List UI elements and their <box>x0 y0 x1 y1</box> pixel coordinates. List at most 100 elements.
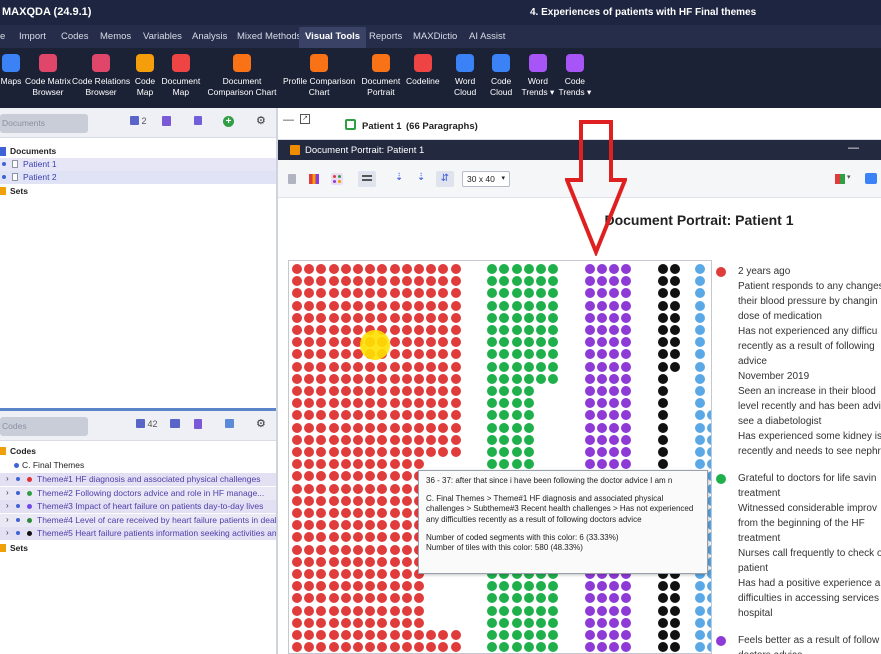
portrait-tile[interactable] <box>340 410 351 421</box>
portrait-tile[interactable] <box>609 325 620 335</box>
portrait-tile[interactable] <box>499 312 510 323</box>
portrait-tile[interactable] <box>438 398 449 409</box>
portrait-tile[interactable] <box>609 447 620 457</box>
portrait-tile[interactable] <box>353 410 363 421</box>
portrait-tile[interactable] <box>316 373 327 384</box>
portrait-tile[interactable] <box>609 373 620 384</box>
portrait-tile[interactable] <box>584 386 595 396</box>
portrait-tile[interactable] <box>389 581 400 592</box>
portrait-tile[interactable] <box>523 337 534 348</box>
portrait-tile[interactable] <box>292 288 302 299</box>
portrait-tile[interactable] <box>353 630 363 640</box>
portrait-tile[interactable] <box>389 630 400 640</box>
portrait-tile[interactable] <box>584 337 595 348</box>
portrait-tile[interactable] <box>438 630 449 640</box>
portrait-tile[interactable] <box>511 337 522 348</box>
codeline-button[interactable]: Codeline <box>406 52 440 87</box>
portrait-tile[interactable] <box>609 288 620 299</box>
portrait-tile[interactable] <box>414 361 424 372</box>
portrait-tile[interactable] <box>401 349 412 360</box>
portrait-tile[interactable] <box>548 325 559 335</box>
code-relations-browser-button[interactable]: Code Relations Browser <box>72 52 130 98</box>
portrait-tile[interactable] <box>670 288 681 299</box>
portrait-tile[interactable] <box>658 349 668 360</box>
portrait-tile[interactable] <box>670 361 681 372</box>
portrait-tile[interactable] <box>365 312 376 323</box>
portrait-tile[interactable] <box>365 508 376 518</box>
portrait-tile[interactable] <box>584 288 595 299</box>
portrait-tile[interactable] <box>706 434 711 445</box>
portrait-tile[interactable] <box>365 556 376 567</box>
portrait-tile[interactable] <box>621 630 632 640</box>
portrait-tile[interactable] <box>621 325 632 335</box>
portrait-tile[interactable] <box>304 422 315 433</box>
portrait-tile[interactable] <box>597 447 607 457</box>
portrait-tile[interactable] <box>536 605 546 616</box>
portrait-tile[interactable] <box>584 264 595 274</box>
portrait-tile[interactable] <box>548 361 559 372</box>
portrait-tile[interactable] <box>584 300 595 311</box>
camera-icon[interactable] <box>865 173 877 184</box>
settings-gear-icon[interactable]: ⚙ <box>256 114 266 127</box>
portrait-tile[interactable] <box>511 593 522 604</box>
portrait-tile[interactable] <box>377 471 388 482</box>
portrait-tile[interactable] <box>304 581 315 592</box>
portrait-tile[interactable] <box>365 630 376 640</box>
portrait-tile[interactable] <box>438 300 449 311</box>
portrait-tile[interactable] <box>499 642 510 653</box>
portrait-tile[interactable] <box>328 630 339 640</box>
chevron-right-icon[interactable]: › <box>6 474 9 483</box>
portrait-tile[interactable] <box>523 581 534 592</box>
menu-tab-visual-tools[interactable]: Visual Tools <box>299 27 367 48</box>
portrait-tile[interactable] <box>389 447 400 457</box>
portrait-tile[interactable] <box>499 447 510 457</box>
portrait-tile[interactable] <box>328 483 339 494</box>
portrait-tile[interactable] <box>584 312 595 323</box>
portrait-tile[interactable] <box>487 605 498 616</box>
portrait-tile[interactable] <box>426 398 437 409</box>
portrait-tile[interactable] <box>328 373 339 384</box>
portrait-tile[interactable] <box>584 581 595 592</box>
portrait-tile[interactable] <box>377 312 388 323</box>
portrait-tile[interactable] <box>292 276 302 287</box>
portrait-tile[interactable] <box>304 410 315 421</box>
portrait-tile[interactable] <box>401 471 412 482</box>
portrait-tile[interactable] <box>414 373 424 384</box>
portrait-tile[interactable] <box>365 581 376 592</box>
portrait-tile[interactable] <box>365 410 376 421</box>
portrait-tile[interactable] <box>316 398 327 409</box>
code-sets-root[interactable]: Sets <box>0 542 276 555</box>
portrait-tile[interactable] <box>450 410 461 421</box>
portrait-tile[interactable] <box>316 459 327 470</box>
portrait-tile[interactable] <box>292 434 302 445</box>
portrait-tile[interactable] <box>621 617 632 628</box>
portrait-tile[interactable] <box>340 483 351 494</box>
portrait-tile[interactable] <box>426 386 437 396</box>
portrait-tile[interactable] <box>340 544 351 555</box>
portrait-tile[interactable] <box>438 373 449 384</box>
portrait-tile[interactable] <box>609 617 620 628</box>
portrait-tile[interactable] <box>694 361 705 372</box>
portrait-tile[interactable] <box>340 276 351 287</box>
portrait-tile[interactable] <box>584 373 595 384</box>
portrait-tile[interactable] <box>597 361 607 372</box>
portrait-tile[interactable] <box>658 386 668 396</box>
edit-document-icon[interactable] <box>345 119 356 130</box>
portrait-tile[interactable] <box>377 422 388 433</box>
portrait-tile[interactable] <box>292 532 302 543</box>
portrait-tile[interactable] <box>597 630 607 640</box>
portrait-tile[interactable] <box>609 459 620 470</box>
portrait-tile[interactable] <box>694 312 705 323</box>
portrait-tile[interactable] <box>670 349 681 360</box>
portrait-tile[interactable] <box>292 410 302 421</box>
portrait-tile[interactable] <box>340 471 351 482</box>
profile-comparison-chart-button[interactable]: Profile Comparison Chart <box>283 52 355 98</box>
portrait-tile[interactable] <box>389 483 400 494</box>
portrait-tile[interactable] <box>658 605 668 616</box>
portrait-tile[interactable] <box>401 312 412 323</box>
portrait-tile[interactable] <box>609 349 620 360</box>
portrait-tile[interactable] <box>353 508 363 518</box>
portrait-tile[interactable] <box>353 434 363 445</box>
portrait-tile[interactable] <box>548 593 559 604</box>
portrait-tile[interactable] <box>658 300 668 311</box>
